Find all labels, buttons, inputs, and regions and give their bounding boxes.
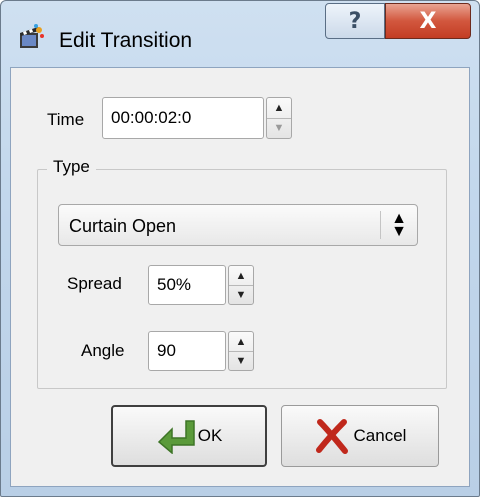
transition-type-select[interactable]: Curtain Open ▲ ▼ bbox=[58, 204, 418, 246]
time-spinner[interactable]: ▲ ▼ bbox=[266, 97, 292, 139]
time-input[interactable]: 00:00:02:0 bbox=[102, 97, 264, 139]
selected-transition: Curtain Open bbox=[69, 216, 177, 236]
help-button-label: ? bbox=[348, 8, 362, 34]
spin-up-icon[interactable]: ▲ bbox=[229, 266, 253, 286]
angle-label: Angle bbox=[81, 341, 125, 360]
cancel-button[interactable]: Cancel bbox=[281, 405, 439, 467]
spread-spinner[interactable]: ▲ ▼ bbox=[228, 265, 254, 305]
angle-value: 90 bbox=[157, 341, 176, 360]
title-bar[interactable]: Edit Transition ? X bbox=[1, 1, 479, 61]
angle-spinner[interactable]: ▲ ▼ bbox=[228, 331, 254, 371]
combo-divider bbox=[380, 211, 381, 239]
spin-down-icon[interactable]: ▼ bbox=[229, 285, 253, 304]
close-button-label: X bbox=[419, 8, 437, 34]
spin-up-icon[interactable]: ▲ bbox=[267, 98, 291, 119]
ok-button-label: OK bbox=[197, 426, 223, 445]
spin-down-icon[interactable]: ▼ bbox=[267, 118, 291, 138]
green-arrow-icon bbox=[157, 420, 195, 454]
angle-input[interactable]: 90 bbox=[148, 331, 226, 371]
type-group-title: Type bbox=[47, 157, 96, 177]
time-value: 00:00:02:0 bbox=[111, 108, 192, 127]
spread-value: 50% bbox=[157, 275, 192, 294]
spread-input[interactable]: 50% bbox=[148, 265, 226, 305]
time-label: Time bbox=[47, 110, 85, 129]
spin-up-icon[interactable]: ▲ bbox=[229, 332, 253, 352]
updown-arrows-icon: ▲ ▼ bbox=[391, 210, 407, 240]
red-x-icon bbox=[315, 419, 348, 454]
film-clapper-icon bbox=[20, 24, 44, 48]
cancel-button-label: Cancel bbox=[353, 426, 407, 445]
help-button[interactable]: ? bbox=[325, 3, 385, 39]
window-title: Edit Transition bbox=[59, 29, 193, 52]
spread-label: Spread bbox=[67, 274, 122, 293]
ok-button[interactable]: OK bbox=[111, 405, 267, 467]
edit-transition-dialog: Edit Transition ? X Time 00:00:02:0 ▲ ▼ … bbox=[0, 0, 480, 497]
spin-down-icon[interactable]: ▼ bbox=[229, 351, 253, 370]
close-button[interactable]: X bbox=[385, 3, 471, 39]
